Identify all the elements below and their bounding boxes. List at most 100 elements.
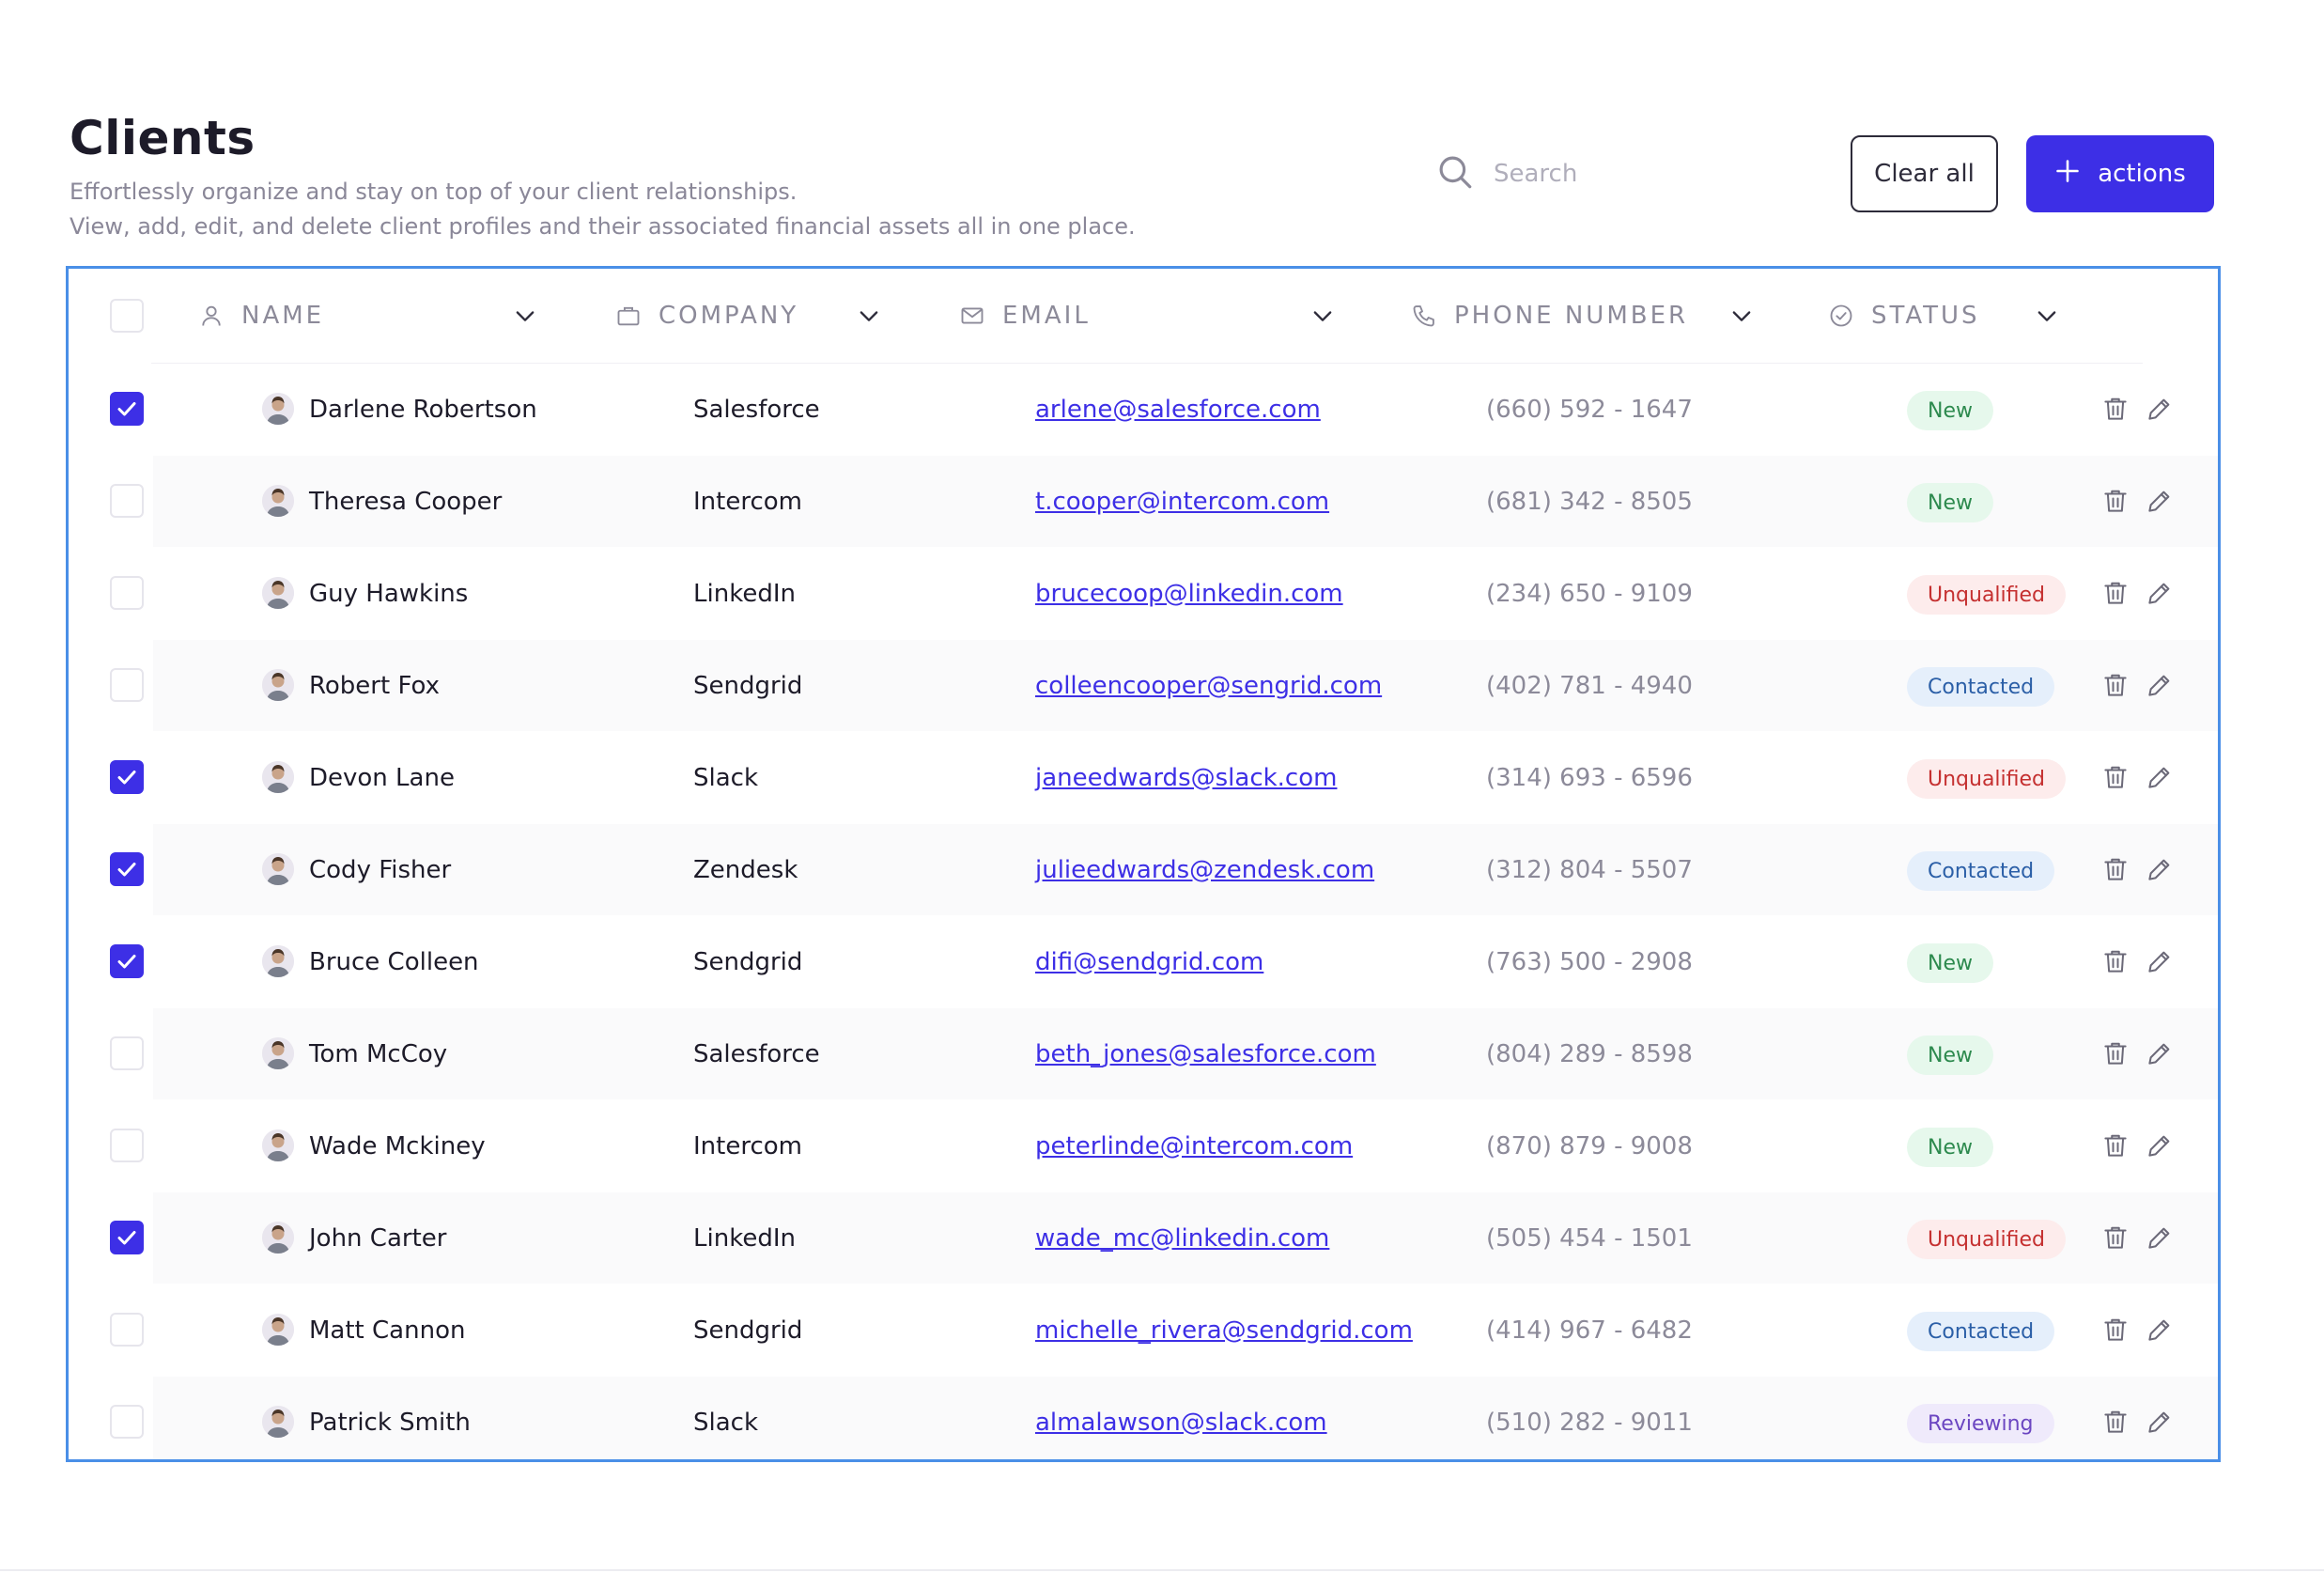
column-header-name[interactable]: NAME <box>198 269 324 363</box>
table-row[interactable]: Devon Lane Slack janeedwards@slack.com (314… <box>153 732 2218 823</box>
client-company: Salesforce <box>693 395 820 424</box>
row-checkbox[interactable] <box>110 1405 144 1439</box>
search-box[interactable] <box>1435 152 1758 195</box>
table-row[interactable]: Robert Fox Sendgrid colleencooper@sengrid.… <box>153 640 2218 731</box>
status-badge: Unqualified <box>1907 759 2067 799</box>
trash-icon[interactable] <box>2101 1408 2130 1436</box>
client-phone: (505) 454 - 1501 <box>1486 1223 1693 1253</box>
table-row[interactable]: Theresa Cooper Intercom t.cooper@intercom.… <box>153 456 2218 547</box>
column-label: NAME <box>241 302 325 330</box>
client-company: Intercom <box>693 487 802 516</box>
table-row[interactable]: John Carter LinkedIn wade_mc@linkedin.com (… <box>153 1192 2218 1284</box>
client-phone: (414) 967 - 6482 <box>1486 1316 1693 1345</box>
avatar <box>262 853 294 885</box>
table-row[interactable]: Wade Mckiney Intercom peterlinde@intercom.… <box>153 1100 2218 1191</box>
client-name: Cody Fisher <box>309 855 452 884</box>
row-checkbox[interactable] <box>110 668 144 702</box>
table-row[interactable]: Tom McCoy Salesforce beth_jones@salesforce… <box>153 1008 2218 1099</box>
client-email-link[interactable]: difi@sendgrid.com <box>1035 916 1263 1007</box>
client-email-link[interactable]: brucecoop@linkedin.com <box>1035 548 1343 639</box>
client-name: Patrick Smith <box>309 1408 471 1437</box>
status-badge: Contacted <box>1907 667 2055 707</box>
search-input[interactable] <box>1492 159 1758 189</box>
row-checkbox[interactable] <box>110 576 144 610</box>
client-company: Sendgrid <box>693 671 803 700</box>
trash-icon[interactable] <box>2101 1131 2130 1160</box>
client-email-link[interactable]: almalawson@slack.com <box>1035 1377 1327 1459</box>
row-checkbox[interactable] <box>110 484 144 518</box>
client-phone: (763) 500 - 2908 <box>1486 947 1693 976</box>
client-phone: (681) 342 - 8505 <box>1486 487 1693 516</box>
row-checkbox[interactable] <box>110 392 144 426</box>
pencil-icon[interactable] <box>2146 1316 2174 1344</box>
client-email-link[interactable]: colleencooper@sengrid.com <box>1035 640 1382 731</box>
trash-icon[interactable] <box>2101 487 2130 515</box>
trash-icon[interactable] <box>2101 579 2130 607</box>
trash-icon[interactable] <box>2101 671 2130 699</box>
trash-icon[interactable] <box>2101 1039 2130 1067</box>
row-checkbox[interactable] <box>110 1313 144 1347</box>
plus-icon <box>2054 158 2081 191</box>
user-icon <box>198 303 225 329</box>
client-email-link[interactable]: wade_mc@linkedin.com <box>1035 1192 1329 1284</box>
table-row[interactable]: Bruce Colleen Sendgrid difi@sendgrid.com (7… <box>153 916 2218 1007</box>
pencil-icon[interactable] <box>2146 855 2174 883</box>
select-all-checkbox[interactable] <box>110 299 144 333</box>
trash-icon[interactable] <box>2101 1316 2130 1344</box>
pencil-icon[interactable] <box>2146 1131 2174 1160</box>
trash-icon[interactable] <box>2101 947 2130 975</box>
pencil-icon[interactable] <box>2146 1039 2174 1067</box>
client-email-link[interactable]: michelle_rivera@sendgrid.com <box>1035 1285 1413 1376</box>
column-header-company[interactable]: COMPANY <box>615 269 798 363</box>
client-phone: (870) 879 - 9008 <box>1486 1131 1693 1160</box>
pencil-icon[interactable] <box>2146 487 2174 515</box>
row-checkbox[interactable] <box>110 944 144 978</box>
client-name: Matt Cannon <box>309 1316 466 1345</box>
subtitle-line-2: View, add, edit, and delete client profi… <box>70 213 1136 240</box>
client-company: Intercom <box>693 1131 802 1160</box>
pencil-icon[interactable] <box>2146 579 2174 607</box>
client-phone: (510) 282 - 9011 <box>1486 1408 1693 1437</box>
client-email-link[interactable]: t.cooper@intercom.com <box>1035 456 1329 547</box>
search-icon <box>1435 152 1475 195</box>
trash-icon[interactable] <box>2101 395 2130 423</box>
pencil-icon[interactable] <box>2146 671 2174 699</box>
clear-all-button[interactable]: Clear all <box>1851 135 1998 212</box>
chevron-down-icon[interactable] <box>856 303 882 329</box>
row-checkbox[interactable] <box>110 1129 144 1162</box>
client-email-link[interactable]: arlene@salesforce.com <box>1035 364 1321 455</box>
column-header-status[interactable]: STATUS <box>1828 269 1980 363</box>
row-checkbox[interactable] <box>110 1221 144 1254</box>
table-row[interactable]: Patrick Smith Slack almalawson@slack.com (5… <box>153 1377 2218 1459</box>
pencil-icon[interactable] <box>2146 763 2174 791</box>
table-row[interactable]: Cody Fisher Zendesk julieedwards@zendesk.c… <box>153 824 2218 915</box>
column-header-email[interactable]: EMAIL <box>959 269 1091 363</box>
client-email-link[interactable]: beth_jones@salesforce.com <box>1035 1008 1376 1099</box>
page-bottom-divider <box>0 1569 2324 1571</box>
trash-icon[interactable] <box>2101 855 2130 883</box>
actions-button[interactable]: actions <box>2026 135 2214 212</box>
pencil-icon[interactable] <box>2146 1408 2174 1436</box>
table-row[interactable]: Guy Hawkins LinkedIn brucecoop@linkedin.co… <box>153 548 2218 639</box>
row-checkbox[interactable] <box>110 760 144 794</box>
trash-icon[interactable] <box>2101 1223 2130 1252</box>
client-email-link[interactable]: julieedwards@zendesk.com <box>1035 824 1374 915</box>
client-email-link[interactable]: peterlinde@intercom.com <box>1035 1100 1353 1191</box>
pencil-icon[interactable] <box>2146 1223 2174 1252</box>
client-email-link[interactable]: janeedwards@slack.com <box>1035 732 1337 823</box>
pencil-icon[interactable] <box>2146 395 2174 423</box>
chevron-down-icon[interactable] <box>512 303 538 329</box>
mail-icon <box>959 303 985 329</box>
chevron-down-icon[interactable] <box>1309 303 1336 329</box>
client-name: Robert Fox <box>309 671 440 700</box>
table-row[interactable]: Darlene Robertson Salesforce arlene@salesf… <box>153 364 2218 455</box>
table-row[interactable]: Matt Cannon Sendgrid michelle_rivera@sendg… <box>153 1285 2218 1376</box>
trash-icon[interactable] <box>2101 763 2130 791</box>
chevron-down-icon[interactable] <box>1728 303 1755 329</box>
status-badge: New <box>1907 391 1993 430</box>
pencil-icon[interactable] <box>2146 947 2174 975</box>
row-checkbox[interactable] <box>110 852 144 886</box>
column-header-phone[interactable]: PHONE NUMBER <box>1411 269 1688 363</box>
row-checkbox[interactable] <box>110 1036 144 1070</box>
chevron-down-icon[interactable] <box>2034 303 2060 329</box>
